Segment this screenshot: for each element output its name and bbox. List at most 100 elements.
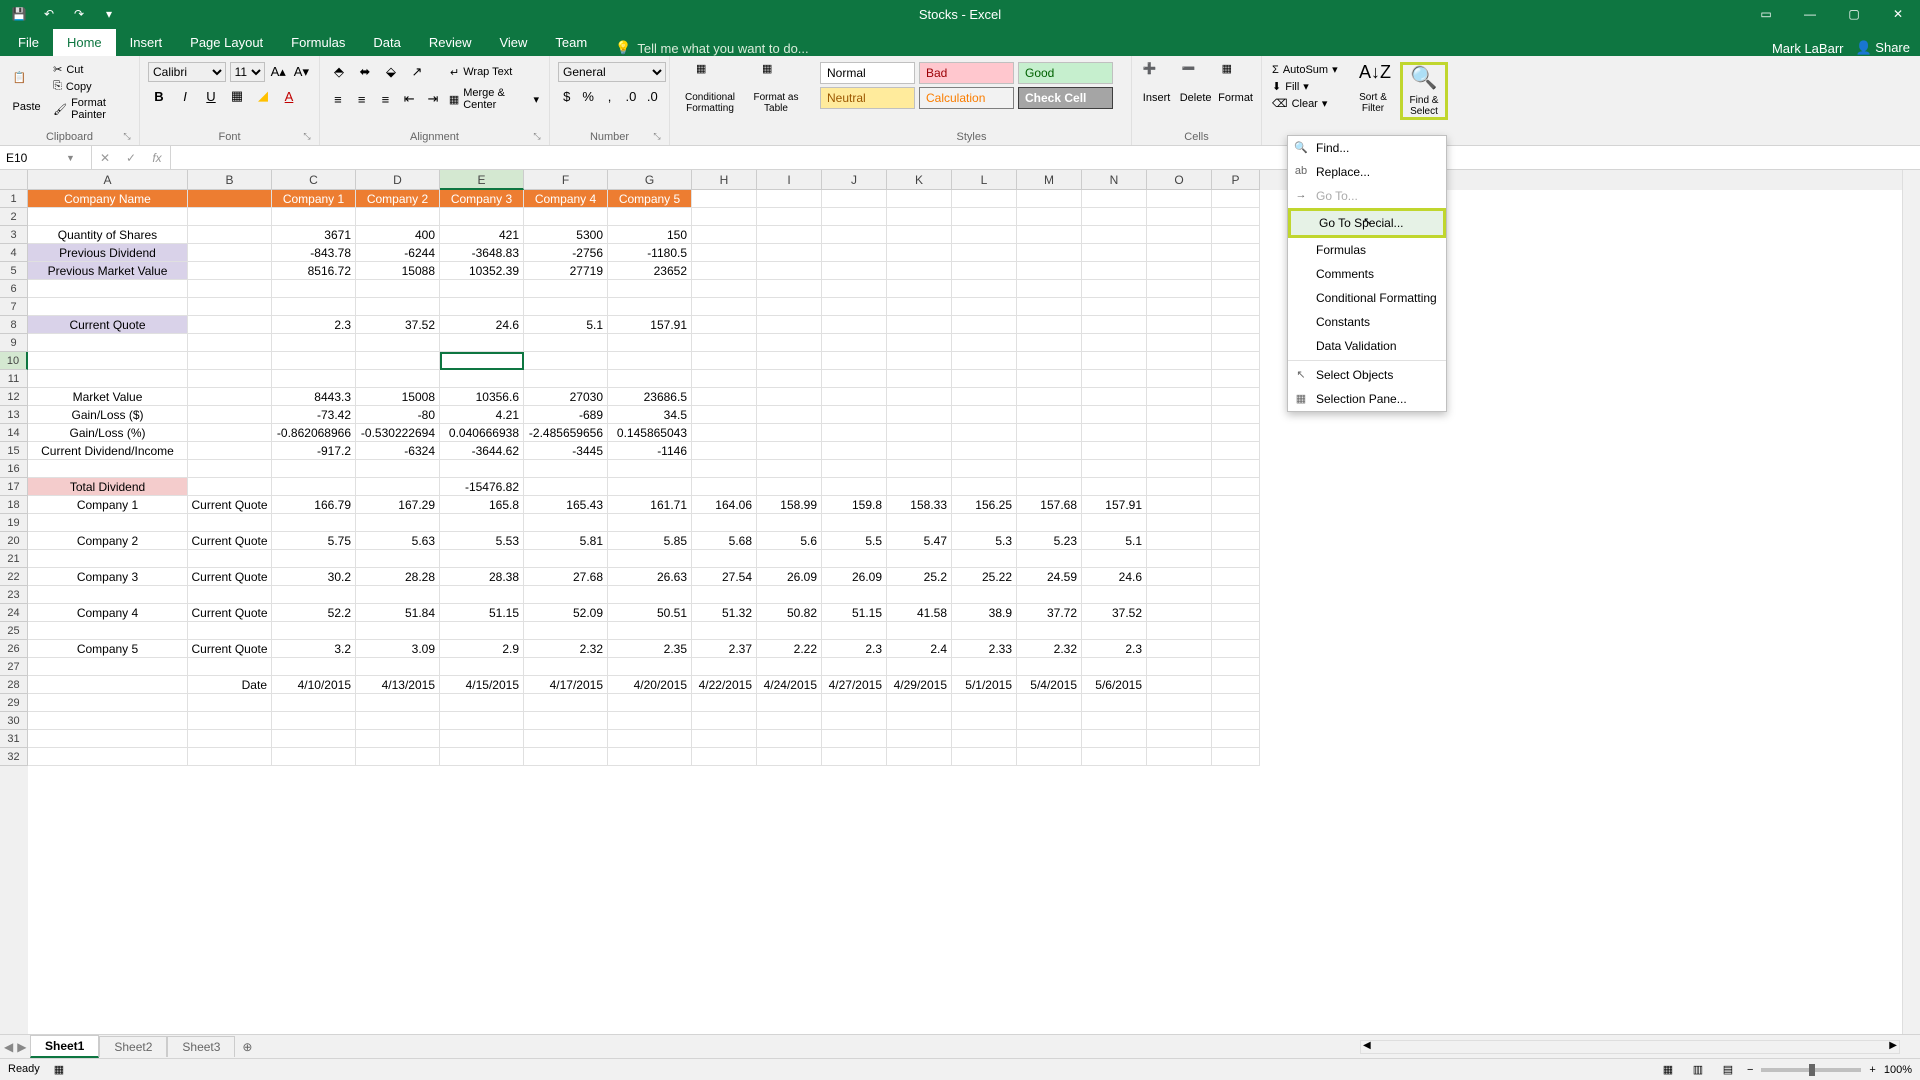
cell[interactable] [952, 208, 1017, 226]
cell[interactable]: Current Quote [188, 532, 272, 550]
cell[interactable] [692, 352, 757, 370]
cell[interactable] [1017, 460, 1082, 478]
cell[interactable] [692, 244, 757, 262]
cell[interactable]: 15088 [356, 262, 440, 280]
cell[interactable] [757, 316, 822, 334]
cell[interactable]: 24.59 [1017, 568, 1082, 586]
style-normal[interactable]: Normal [820, 62, 915, 84]
zoom-slider[interactable] [1761, 1068, 1861, 1072]
cell[interactable] [822, 208, 887, 226]
cell[interactable]: -1146 [608, 442, 692, 460]
cell[interactable]: 24.6 [440, 316, 524, 334]
cell[interactable] [188, 388, 272, 406]
row-header[interactable]: 28 [0, 676, 28, 694]
cell[interactable] [1017, 280, 1082, 298]
cell[interactable] [822, 460, 887, 478]
cell[interactable] [1082, 460, 1147, 478]
cell[interactable] [757, 622, 822, 640]
cell[interactable]: 2.4 [887, 640, 952, 658]
cell[interactable] [440, 370, 524, 388]
cell[interactable]: 3.2 [272, 640, 356, 658]
cell[interactable] [28, 586, 188, 604]
cell[interactable]: 27719 [524, 262, 608, 280]
cell[interactable]: Company 3 [28, 568, 188, 586]
cell[interactable]: 8443.3 [272, 388, 356, 406]
comma-icon[interactable]: , [601, 86, 618, 106]
cell[interactable] [272, 514, 356, 532]
row-header[interactable]: 10 [0, 352, 28, 370]
cell[interactable] [1147, 190, 1212, 208]
cell[interactable] [272, 694, 356, 712]
cell[interactable]: 421 [440, 226, 524, 244]
cell[interactable]: Company 4 [28, 604, 188, 622]
cell[interactable] [1147, 532, 1212, 550]
cell[interactable] [356, 478, 440, 496]
dialog-launcher-icon[interactable]: ⤡ [531, 131, 543, 143]
cell[interactable] [1082, 622, 1147, 640]
cell[interactable] [887, 262, 952, 280]
cell[interactable] [1082, 352, 1147, 370]
row-header[interactable]: 9 [0, 334, 28, 352]
menu-replace[interactable]: abReplace... [1288, 160, 1446, 184]
cell[interactable] [272, 478, 356, 496]
cell[interactable] [887, 226, 952, 244]
cell[interactable] [1147, 244, 1212, 262]
cell[interactable] [440, 658, 524, 676]
row-header[interactable]: 20 [0, 532, 28, 550]
cell[interactable]: 4/10/2015 [272, 676, 356, 694]
cell[interactable]: 164.06 [692, 496, 757, 514]
cell[interactable] [188, 316, 272, 334]
cell[interactable] [1212, 622, 1260, 640]
cell[interactable] [188, 730, 272, 748]
cell[interactable] [188, 424, 272, 442]
cell[interactable] [272, 586, 356, 604]
tell-me[interactable]: 💡 Tell me what you want to do... [601, 40, 808, 56]
cell[interactable] [1147, 460, 1212, 478]
cell[interactable]: -6244 [356, 244, 440, 262]
cell[interactable]: 26.63 [608, 568, 692, 586]
cell[interactable] [1082, 316, 1147, 334]
cell[interactable] [272, 712, 356, 730]
cell[interactable] [887, 352, 952, 370]
cell[interactable] [1017, 442, 1082, 460]
cell[interactable]: Company 5 [608, 190, 692, 208]
cell[interactable]: -0.530222694 [356, 424, 440, 442]
cell[interactable] [1082, 514, 1147, 532]
cell[interactable] [1017, 712, 1082, 730]
cell[interactable] [440, 712, 524, 730]
cell[interactable] [887, 406, 952, 424]
cell[interactable] [952, 190, 1017, 208]
cell[interactable] [757, 514, 822, 532]
underline-button[interactable]: U [200, 86, 222, 106]
cell[interactable] [952, 424, 1017, 442]
cell[interactable]: 4/24/2015 [757, 676, 822, 694]
autosum-button[interactable]: Σ AutoSum ▾ [1270, 62, 1346, 77]
cell[interactable] [1017, 424, 1082, 442]
cell[interactable] [887, 514, 952, 532]
cell[interactable] [757, 352, 822, 370]
cell[interactable] [440, 352, 524, 370]
cell[interactable] [1082, 730, 1147, 748]
decrease-indent-icon[interactable]: ⇤ [399, 89, 419, 109]
row-header[interactable]: 22 [0, 568, 28, 586]
cell[interactable] [440, 586, 524, 604]
column-header[interactable]: O [1147, 170, 1212, 190]
cell[interactable] [608, 712, 692, 730]
paste-button[interactable]: 📋 Paste [8, 62, 45, 122]
cell[interactable] [1212, 514, 1260, 532]
align-bottom-icon[interactable]: ⬙ [380, 62, 402, 82]
cell[interactable] [887, 388, 952, 406]
cell[interactable] [822, 190, 887, 208]
cell[interactable]: 165.8 [440, 496, 524, 514]
cell[interactable]: 25.22 [952, 568, 1017, 586]
cell[interactable] [822, 226, 887, 244]
currency-icon[interactable]: $ [558, 86, 575, 106]
cell[interactable] [356, 460, 440, 478]
cell[interactable] [887, 442, 952, 460]
cell[interactable] [887, 622, 952, 640]
user-name[interactable]: Mark LaBarr [1772, 41, 1844, 56]
cell[interactable] [1017, 226, 1082, 244]
cell[interactable]: 2.22 [757, 640, 822, 658]
cell[interactable]: 10352.39 [440, 262, 524, 280]
row-header[interactable]: 27 [0, 658, 28, 676]
